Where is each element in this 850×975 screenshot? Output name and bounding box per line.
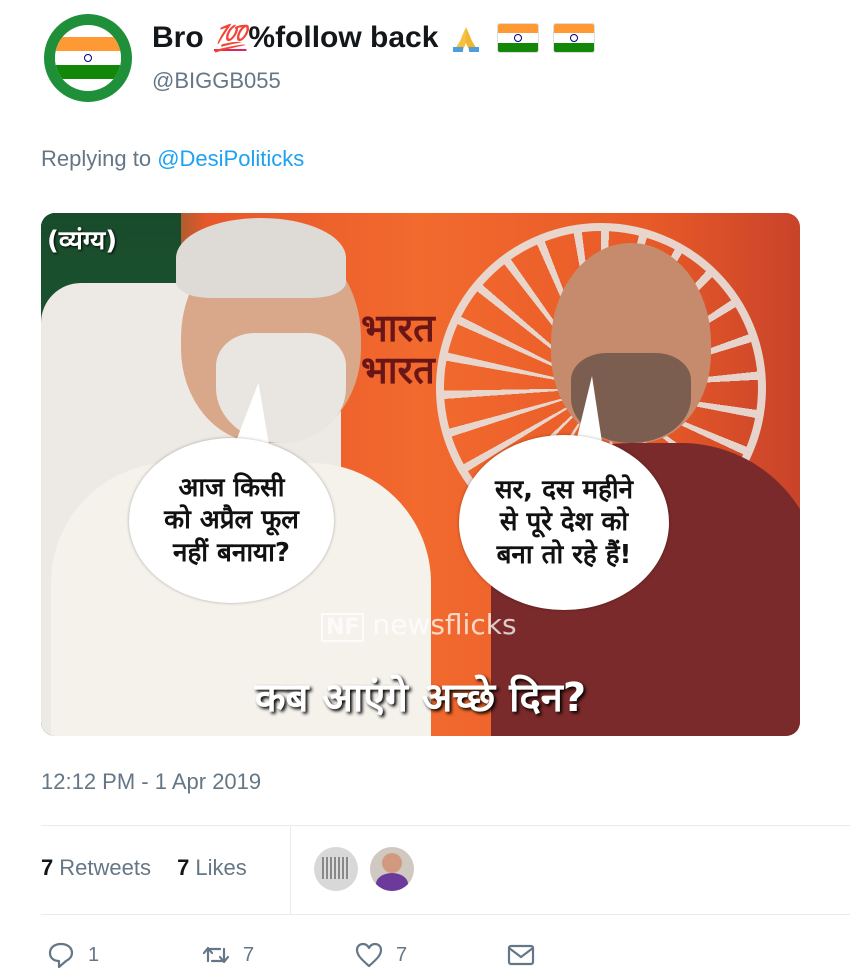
retweets-label: Retweets (59, 855, 151, 880)
retweet-button[interactable]: 7 (201, 940, 254, 970)
display-name-suffix: %follow back (248, 21, 439, 55)
folded-hands-icon (452, 27, 479, 53)
likes-label: Likes (195, 855, 247, 880)
tweet-actions: 1 7 7 (41, 940, 641, 975)
speech-bubble-right: सर, दस महीने से पूरे देश को बना तो रहे ह… (459, 435, 669, 610)
speech-bubble-right-text: सर, दस महीने से पूरे देश को बना तो रहे ह… (494, 474, 634, 570)
likes-stat[interactable]: 7 Likes (177, 855, 247, 880)
engagement-stats: 7 Retweets 7 Likes (41, 855, 247, 881)
newsflicks-logo: NF (321, 613, 365, 642)
image-caption: कब आएंगे अच्छे दिन? (254, 675, 587, 721)
liker-avatar[interactable] (314, 847, 358, 891)
like-count: 7 (396, 943, 408, 966)
liker-avatar[interactable] (370, 847, 414, 891)
reply-button[interactable]: 1 (46, 940, 99, 970)
proud-indian-flag-badge (55, 25, 121, 91)
retweet-count: 7 (243, 943, 255, 966)
watermark-text: newsflicks (372, 608, 517, 641)
likes-count: 7 (177, 855, 190, 880)
reply-count: 1 (88, 943, 100, 966)
tweet-media-image[interactable]: भारत भारत (व्यंग्य) आज किसी को अप्रैल फू… (41, 213, 800, 736)
user-avatar[interactable] (44, 14, 132, 102)
divider (41, 914, 850, 915)
retweet-icon (202, 946, 230, 964)
reply-icon (48, 942, 74, 969)
replying-prefix: Replying to (41, 146, 152, 171)
hundred-emoji: 💯 (214, 22, 247, 53)
display-name-text: Bro (152, 21, 204, 55)
india-flag-icon (497, 23, 540, 54)
like-button[interactable]: 7 (354, 940, 407, 970)
heart-icon (355, 942, 383, 968)
divider (41, 825, 850, 826)
speech-bubble-left-text: आज किसी को अप्रैल फूल नहीं बनाया? (164, 472, 299, 568)
tweet-timestamp[interactable]: 12:12 PM - 1 Apr 2019 (41, 769, 261, 795)
background-sign-text: भारत भारत (361, 306, 435, 392)
user-handle[interactable]: @BIGGB055 (152, 68, 281, 94)
india-flag-icon (553, 23, 596, 54)
replying-to-link[interactable]: @DesiPoliticks (157, 146, 304, 171)
direct-message-button[interactable] (506, 940, 548, 970)
satire-tag: (व्यंग्य) (47, 226, 118, 256)
retweets-count: 7 (41, 855, 54, 880)
display-name[interactable]: Bro 💯%follow back (152, 20, 596, 55)
divider (290, 826, 291, 914)
retweets-stat[interactable]: 7 Retweets (41, 855, 151, 880)
replying-to: Replying to @DesiPoliticks (41, 146, 304, 172)
envelope-icon (507, 944, 535, 966)
newsflicks-watermark: NF newsflicks (321, 608, 517, 642)
speech-bubble-left: आज किसी को अप्रैल फूल नहीं बनाया? (129, 438, 334, 603)
